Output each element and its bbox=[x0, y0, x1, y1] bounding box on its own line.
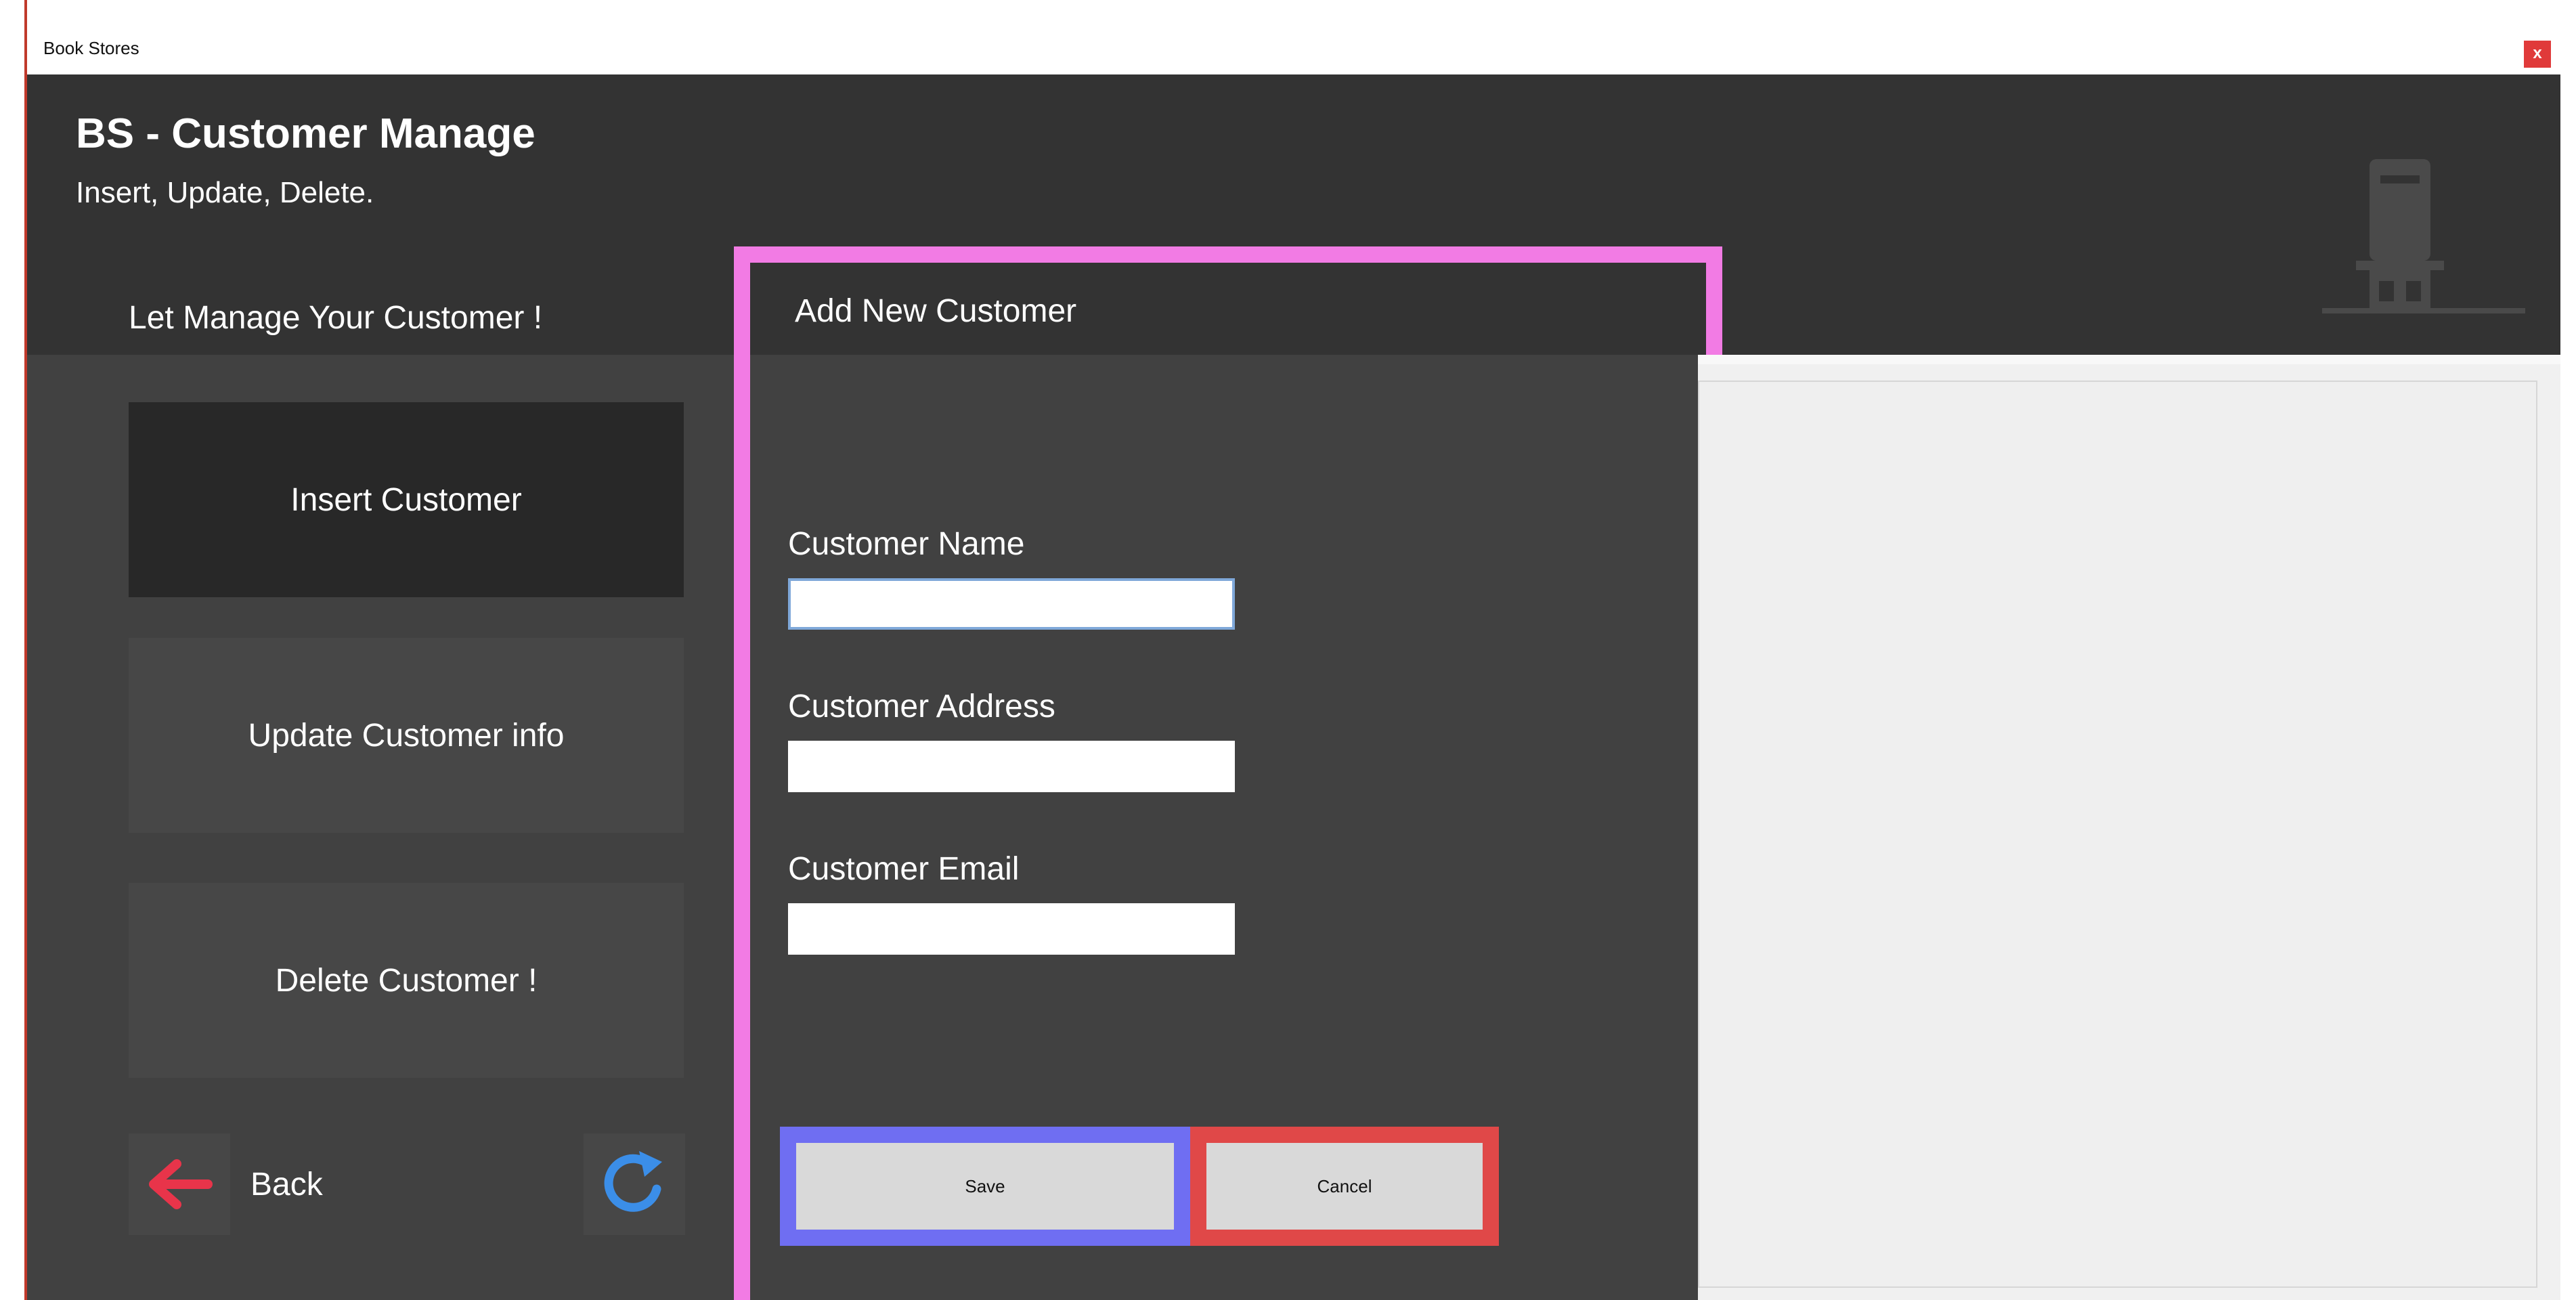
arrow-left-icon bbox=[149, 1159, 213, 1209]
sidebar-header: Let Manage Your Customer ! bbox=[27, 280, 734, 355]
customer-name-input[interactable] bbox=[788, 578, 1235, 630]
sidebar: Insert Customer Update Customer info Del… bbox=[27, 355, 734, 1300]
refresh-button[interactable] bbox=[584, 1133, 685, 1235]
customer-name-label: Customer Name bbox=[788, 526, 1025, 562]
customer-address-input[interactable] bbox=[788, 741, 1235, 792]
sidebar-heading: Let Manage Your Customer ! bbox=[129, 300, 543, 336]
page-title: BS - Customer Manage bbox=[76, 110, 536, 157]
save-button[interactable]: Save bbox=[796, 1143, 1174, 1230]
back-label[interactable]: Back bbox=[250, 1166, 323, 1203]
title-bar: Book Stores x bbox=[27, 0, 2560, 74]
app-window: Book Stores x BS - Customer Manage Inser… bbox=[24, 0, 2560, 1300]
window-title: Book Stores bbox=[43, 38, 139, 58]
update-customer-button[interactable]: Update Customer info bbox=[129, 638, 684, 833]
content-area bbox=[1698, 355, 2560, 1300]
close-button[interactable]: x bbox=[2524, 41, 2551, 68]
form-heading: Add New Customer bbox=[795, 293, 1077, 329]
customer-grid-area bbox=[1698, 381, 2537, 1288]
store-icon bbox=[2322, 159, 2525, 313]
cancel-button-frame: Cancel bbox=[1190, 1127, 1499, 1246]
customer-email-label: Customer Email bbox=[788, 851, 1020, 887]
insert-customer-button[interactable]: Insert Customer bbox=[129, 402, 684, 597]
cancel-button[interactable]: Cancel bbox=[1206, 1143, 1483, 1230]
delete-customer-button[interactable]: Delete Customer ! bbox=[129, 883, 684, 1078]
add-customer-panel: Add New Customer Customer Name Customer … bbox=[734, 246, 1722, 1300]
save-button-frame: Save bbox=[780, 1127, 1190, 1246]
form-header: Add New Customer bbox=[750, 263, 1706, 355]
page-subtitle: Insert, Update, Delete. bbox=[76, 176, 374, 209]
back-button[interactable] bbox=[129, 1133, 230, 1235]
customer-address-label: Customer Address bbox=[788, 689, 1055, 724]
customer-email-input[interactable] bbox=[788, 903, 1235, 955]
refresh-icon bbox=[604, 1151, 662, 1212]
